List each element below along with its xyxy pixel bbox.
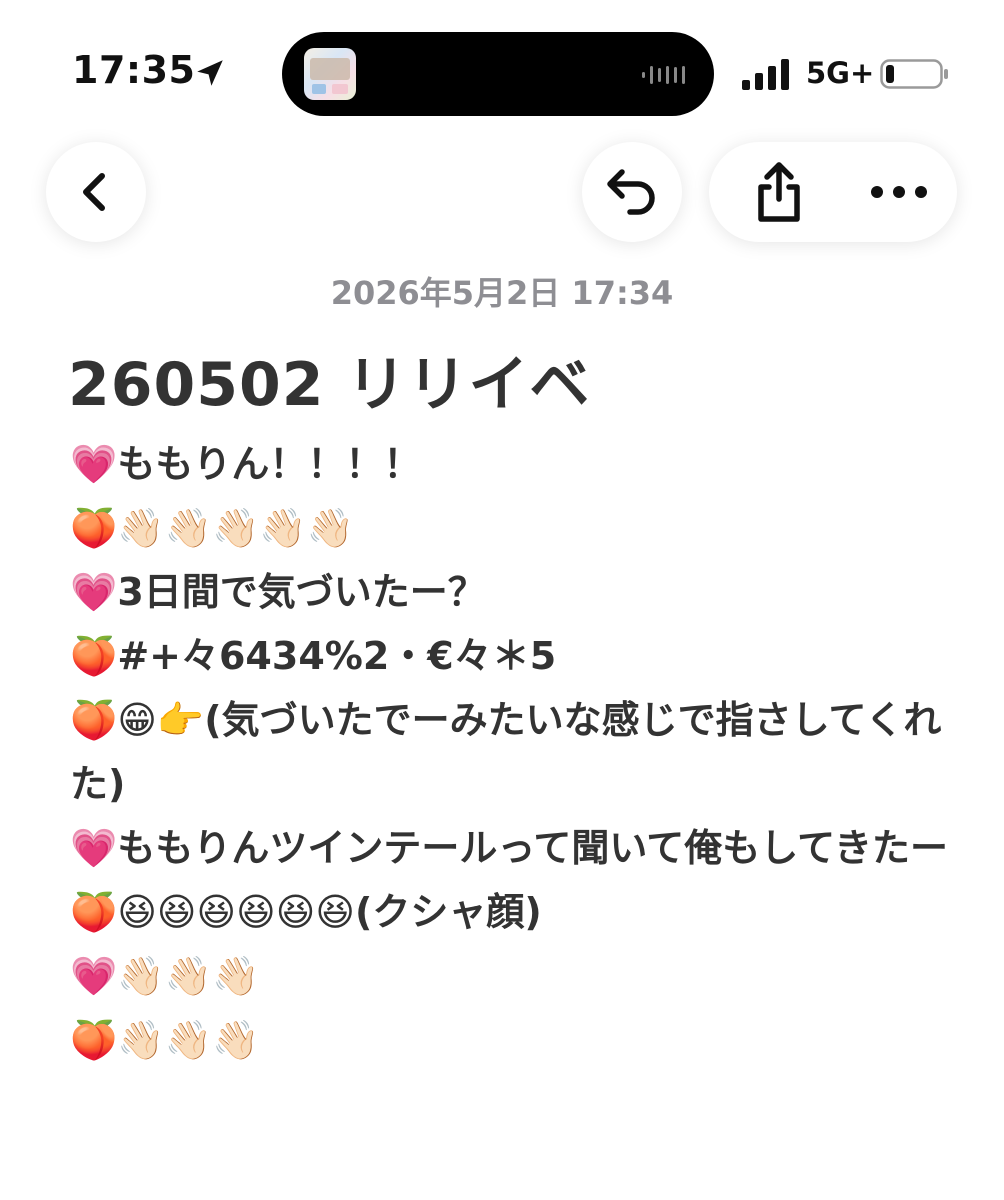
signal-bars-icon [742, 59, 789, 90]
status-bar: 17:35 5G+ [0, 0, 1004, 130]
note-line: 🍑👋🏻👋🏻👋🏻 [70, 1018, 260, 1062]
network-type: 5G+ [806, 56, 875, 90]
share-button[interactable] [729, 142, 829, 242]
note-line: 💗ももりん！！！！ [70, 442, 422, 486]
note-line: 💗3日間で気づいたー？ [70, 570, 486, 614]
chevron-left-icon [83, 173, 105, 211]
back-button[interactable] [46, 142, 146, 242]
dynamic-island[interactable] [282, 32, 714, 116]
undo-button[interactable] [582, 142, 682, 242]
now-playing-thumbnail [304, 48, 356, 100]
note-line: 🍑😆😆😆😆😆😆(クシャ顔) [70, 890, 542, 934]
note-line: 💗👋🏻👋🏻👋🏻 [70, 954, 260, 998]
note-body[interactable]: 💗ももりん！！！！ 🍑👋🏻👋🏻👋🏻👋🏻👋🏻 💗3日間で気づいたー？ 🍑#+々64… [70, 432, 950, 1072]
more-button[interactable] [849, 142, 949, 242]
status-time: 17:35 [72, 48, 196, 92]
battery-icon [880, 59, 948, 89]
navigation-bar [0, 130, 1004, 260]
ellipsis-icon [871, 186, 927, 198]
note-title[interactable]: 260502 リリイベ [68, 336, 590, 423]
note-line: 💗ももりんツインテールって聞いて俺もしてきたー [70, 826, 948, 870]
note-line: 🍑#+々6434%2・€々＊5 [70, 634, 557, 678]
audio-waveform-icon [642, 66, 685, 84]
location-arrow-icon [197, 60, 223, 86]
note-date: 2026年5月2日 17:34 [330, 274, 674, 312]
note-line: 🍑😁👉(気づいたでーみたいな感じで指さしてくれた) [70, 698, 942, 806]
share-icon [758, 162, 800, 222]
action-pill [709, 142, 957, 242]
note-line: 🍑👋🏻👋🏻👋🏻👋🏻👋🏻 [70, 506, 354, 550]
undo-arrow-icon [607, 169, 655, 215]
